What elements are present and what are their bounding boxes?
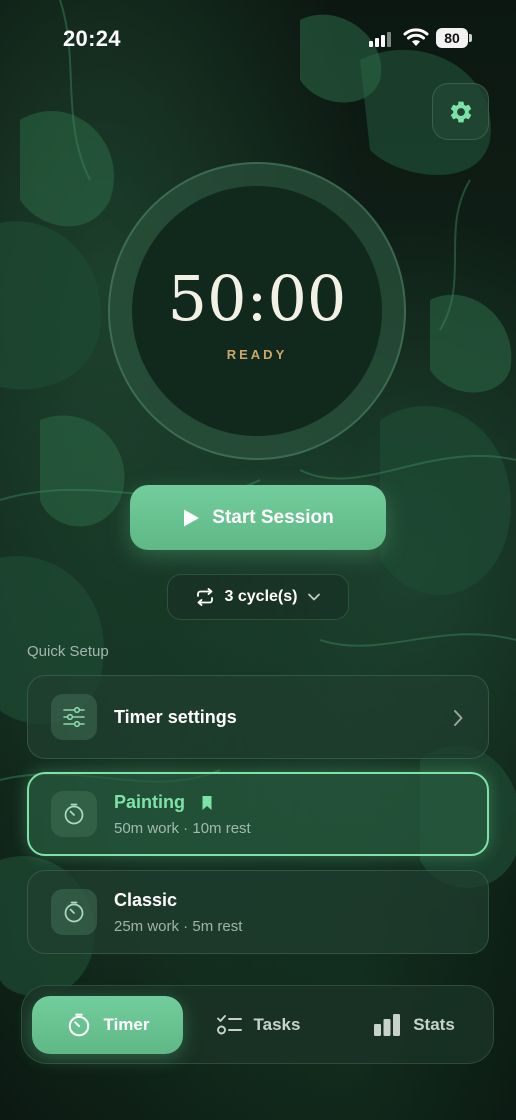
- preset-detail: 25m work · 5m rest: [114, 918, 243, 935]
- bottom-tab-bar: Timer Tasks Stats: [21, 985, 494, 1064]
- sliders-icon: [63, 706, 85, 728]
- play-icon: [184, 509, 200, 526]
- timer-dial: 50:00 READY: [108, 162, 406, 460]
- start-session-label: Start Session: [212, 506, 334, 528]
- quick-setup-heading: Quick Setup: [27, 643, 109, 660]
- battery-indicator: 80: [436, 28, 468, 48]
- tab-timer[interactable]: Timer: [32, 996, 183, 1054]
- status-time: 20:24: [63, 26, 121, 51]
- wifi-icon: [403, 28, 429, 46]
- preset-name: Classic: [114, 890, 178, 910]
- preset-icon-box: [51, 889, 97, 935]
- chevron-right-icon: [454, 710, 463, 726]
- preset-icon-box: [51, 791, 97, 837]
- cycle-count-dropdown[interactable]: 3 cycle(s): [167, 574, 349, 620]
- timer-icon: [64, 901, 84, 923]
- settings-button[interactable]: [432, 83, 489, 140]
- timer-settings-card[interactable]: Timer settings: [27, 675, 489, 759]
- bookmark-icon: [202, 796, 212, 810]
- timer-status-label: READY: [226, 347, 288, 362]
- preset-name: Painting: [114, 792, 185, 812]
- tab-stats-label: Stats: [413, 1015, 455, 1034]
- preset-card-painting[interactable]: Painting 50m work · 10m rest: [27, 772, 489, 856]
- start-session-button[interactable]: Start Session: [130, 485, 386, 550]
- tab-tasks-label: Tasks: [253, 1015, 301, 1034]
- timer-icon: [64, 803, 84, 825]
- preset-detail: 50m work · 10m rest: [114, 820, 251, 837]
- checklist-icon: [216, 1015, 242, 1035]
- timer-settings-label: Timer settings: [114, 707, 237, 727]
- cellular-signal-icon: [369, 32, 391, 47]
- timer-countdown: 50:00: [167, 262, 347, 335]
- tab-timer-label: Timer: [103, 1015, 150, 1034]
- tab-stats[interactable]: Stats: [354, 996, 474, 1054]
- bar-chart-icon: [374, 1014, 401, 1036]
- repeat-icon: [196, 588, 213, 606]
- timer-settings-icon-box: [51, 694, 97, 740]
- preset-card-classic[interactable]: Classic 25m work · 5m rest: [27, 870, 489, 954]
- chevron-down-icon: [308, 593, 321, 601]
- status-bar: 20:24 80: [0, 0, 516, 80]
- tab-tasks[interactable]: Tasks: [198, 996, 318, 1054]
- gear-icon: [450, 101, 471, 122]
- timer-icon: [68, 1013, 89, 1037]
- app-screen: 20:24 80 50:00 READY Start Session 3 cyc…: [0, 0, 516, 1120]
- battery-tip: [469, 34, 472, 42]
- cycle-count-label: 3 cycle(s): [224, 588, 298, 605]
